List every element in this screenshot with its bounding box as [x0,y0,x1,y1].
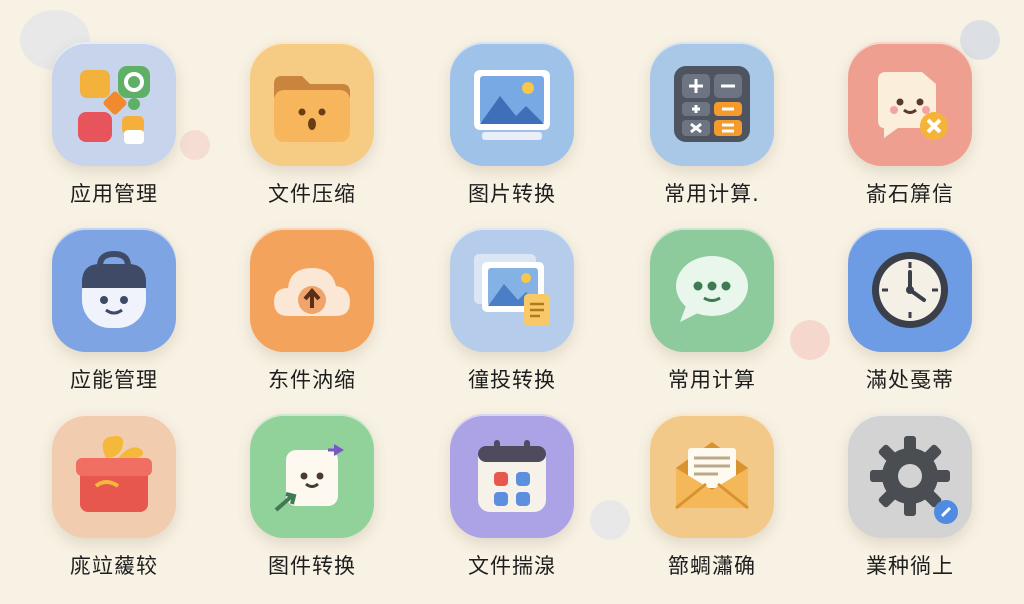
calculator-icon [664,56,760,152]
gear-icon [862,428,958,524]
app-tile[interactable] [450,414,574,538]
app-item[interactable]: 东件汭缩 [222,228,402,418]
app-tile[interactable] [250,414,374,538]
app-grid: 应用管理 文件压缩 图片转换 常用计算. 嵛石箳信 应能管理 东件汭缩 徸投转换… [0,0,1024,578]
app-label: 常用计算. [664,182,760,206]
app-label: 嵛石箳信 [866,182,954,206]
app-tile[interactable] [848,228,972,352]
app-tile[interactable] [52,228,176,352]
app-item[interactable]: 图片转换 [422,42,602,232]
app-item[interactable]: 滿处戞蒂 [820,228,1000,418]
app-label: 应用管理 [70,182,158,206]
gift-box-icon [66,428,162,524]
app-label: 滿处戞蒂 [866,368,954,392]
app-label: 常用计算 [668,368,756,392]
app-label: 应能管理 [70,368,158,392]
message-cancel-icon [862,56,958,152]
app-tile[interactable] [650,42,774,166]
app-tile[interactable] [848,414,972,538]
photo-stack-icon [464,242,560,338]
app-label: 东件汭缩 [268,368,356,392]
app-label: 图片转换 [468,182,556,206]
cloud-upload-icon [264,242,360,338]
clock-icon [862,242,958,338]
app-item[interactable]: 文件压缩 [222,42,402,232]
envelope-icon [664,428,760,524]
app-tile[interactable] [250,228,374,352]
smiley-bag-icon [66,242,162,338]
app-item[interactable]: 嵛石箳信 [820,42,1000,232]
app-tile[interactable] [650,228,774,352]
app-label: 徸投转换 [468,368,556,392]
app-item[interactable]: 徸投转换 [422,228,602,418]
app-grid-icon [66,56,162,152]
app-tile[interactable] [52,42,176,166]
app-label: 文件压缩 [268,182,356,206]
app-tile[interactable] [52,414,176,538]
app-tile[interactable] [250,42,374,166]
app-item[interactable]: 常用计算. [622,42,802,232]
image-icon [464,56,560,152]
folder-icon [264,56,360,152]
app-tile[interactable] [450,42,574,166]
app-tile[interactable] [650,414,774,538]
app-tile[interactable] [848,42,972,166]
cube-character-icon [264,428,360,524]
chat-bubble-icon [664,242,760,338]
app-item[interactable]: 应能管理 [24,228,204,418]
calendar-icon [464,428,560,524]
app-tile[interactable] [450,228,574,352]
app-item[interactable]: 常用计算 [622,228,802,418]
app-item[interactable]: 应用管理 [24,42,204,232]
